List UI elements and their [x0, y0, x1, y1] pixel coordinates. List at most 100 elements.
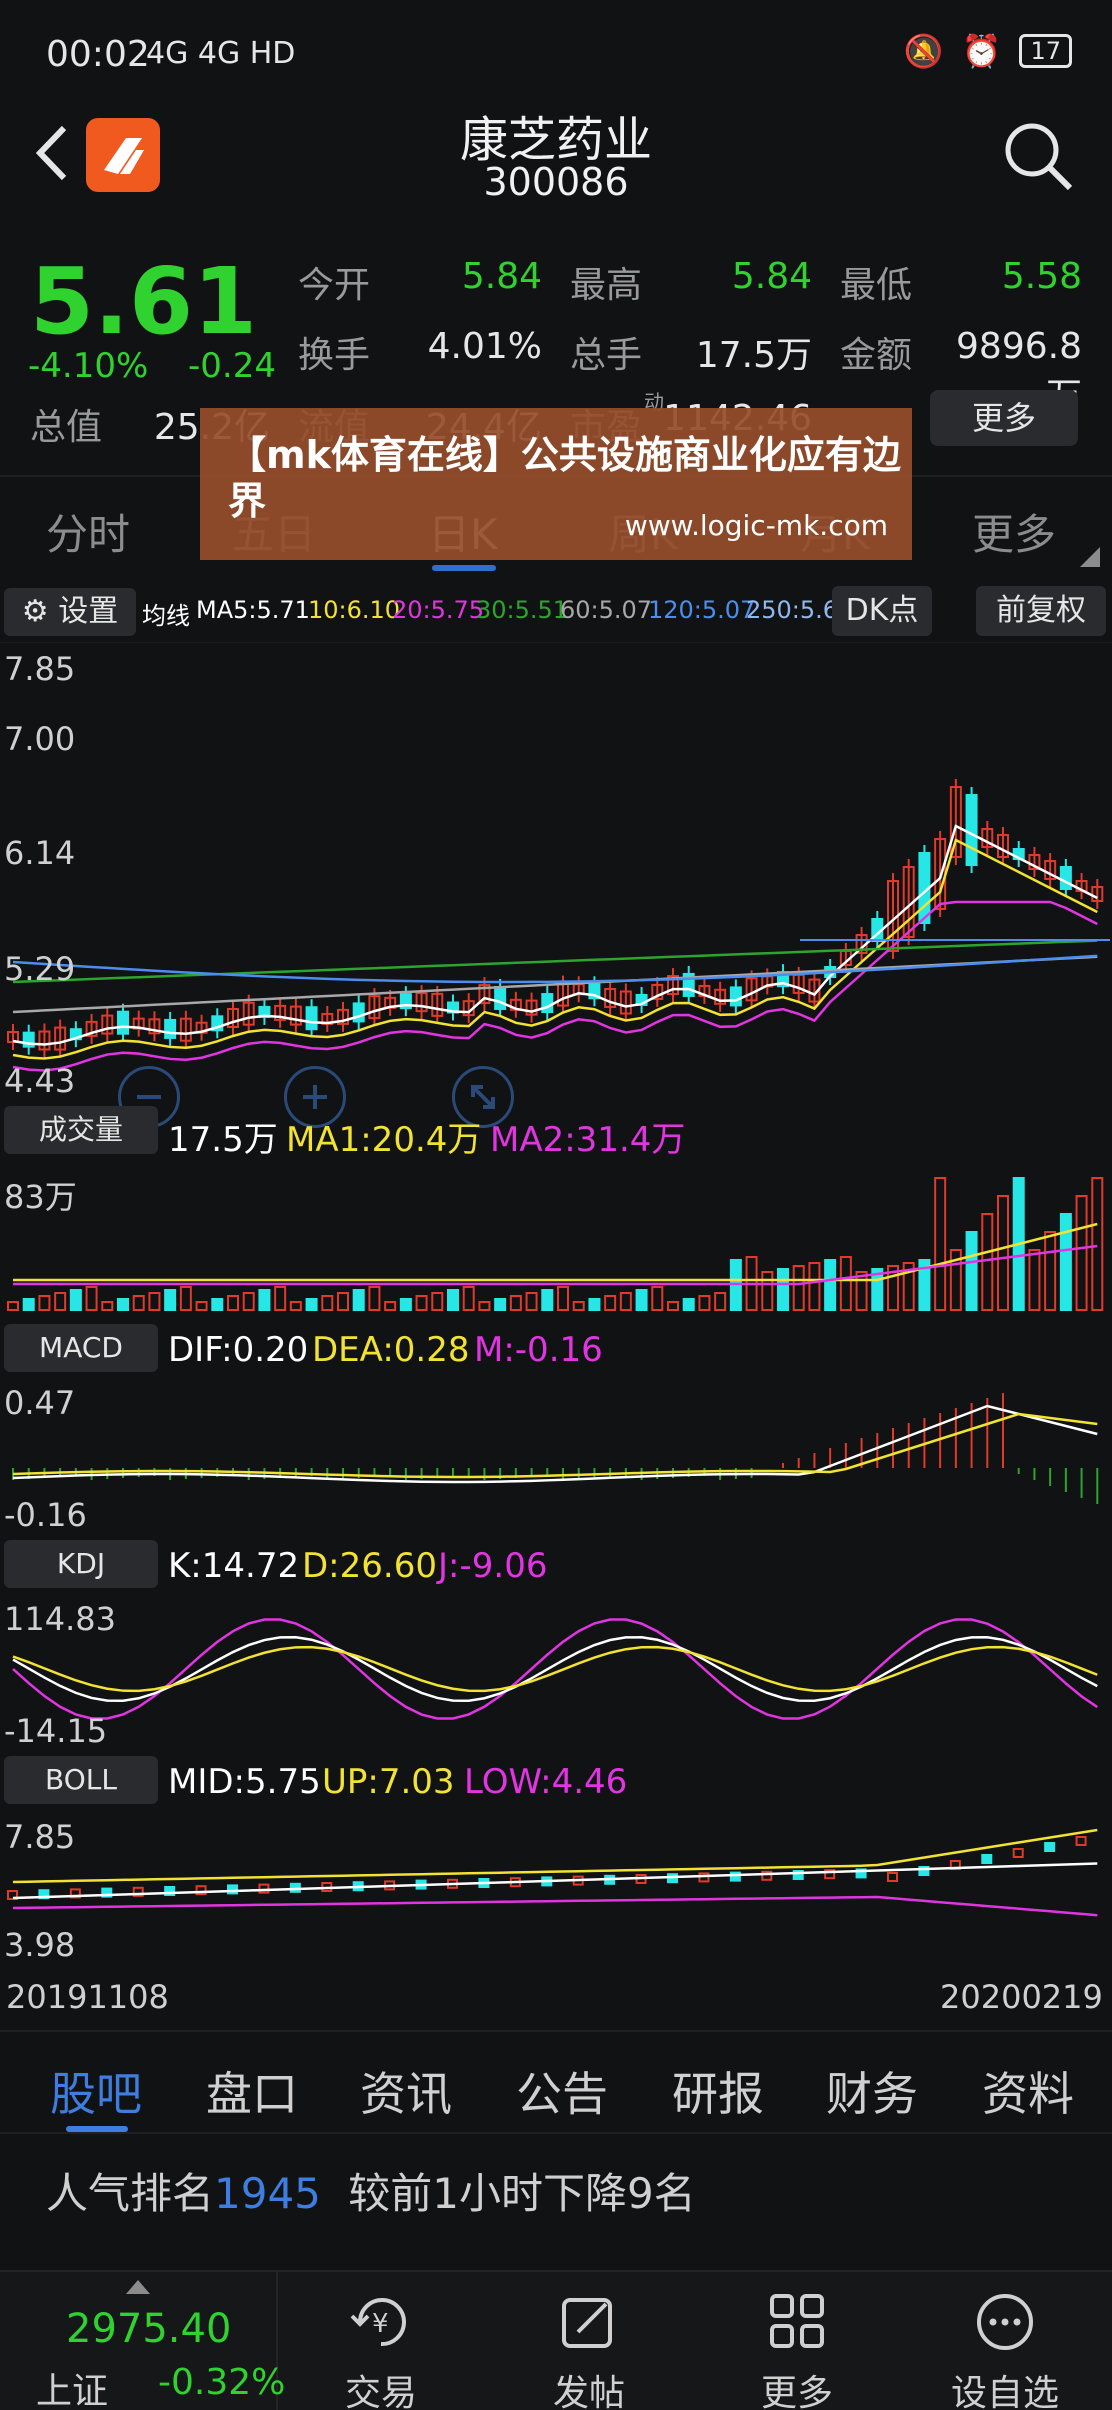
volume-label: 总手: [570, 335, 643, 376]
kline-chart[interactable]: 7.85 7.00 6.14 5.29 4.43: [0, 641, 1112, 1128]
index-ticker[interactable]: 2975.40 上证 -0.32%: [0, 2272, 285, 2410]
tab-research[interactable]: 研报: [672, 2058, 764, 2124]
ad-banner[interactable]: 【mk体育在线】公共设施商业化应有边界 www.logic-mk.com: [200, 408, 912, 560]
ma10-value: 10:6.10: [308, 596, 401, 624]
popularity-prefix: 人气排名: [46, 2169, 215, 2218]
adjust-forward-button[interactable]: 前复权: [976, 586, 1106, 636]
amount-label: 金额: [840, 335, 913, 376]
date-end: 20200219: [940, 1978, 1103, 2016]
tab-orderbook[interactable]: 盘口: [206, 2058, 298, 2124]
tab-announcements[interactable]: 公告: [516, 2058, 608, 2124]
volume-bar: [69, 1289, 82, 1311]
macd-chart[interactable]: 0.47 -0.16: [0, 1378, 1112, 1534]
chart-settings-button[interactable]: ⚙ 设置: [4, 588, 136, 636]
volume-bar: [431, 1292, 444, 1311]
more-dots-icon: [977, 2294, 1033, 2350]
kdj-chart[interactable]: 114.83 -14.15: [0, 1594, 1112, 1750]
battery-icon: 17: [1019, 34, 1072, 68]
volume-bar: [792, 1265, 805, 1311]
boll-chart[interactable]: 7.85 3.98: [0, 1810, 1112, 1964]
nav-watchlist-label: 设自选: [950, 2373, 1059, 2410]
volume-row: 成交量 17.5万 MA1:20.4万 MA2:31.4万: [0, 1102, 1112, 1160]
volume-bar: [227, 1295, 239, 1311]
tab-financials[interactable]: 财务: [826, 2058, 918, 2124]
volume-bar: [258, 1289, 271, 1311]
volume-bar: [1059, 1213, 1072, 1311]
kdj-k: K:14.72: [168, 1546, 300, 1586]
boll-candle: [698, 1872, 710, 1883]
nav-watchlist[interactable]: 设自选: [940, 2290, 1070, 2410]
boll-candle: [1012, 1848, 1024, 1858]
index-name: 上证: [36, 2371, 109, 2410]
boll-mid-line: [12, 1862, 1098, 1900]
grid-icon: [770, 2294, 824, 2348]
volume-bar: [399, 1298, 412, 1311]
high-value: 5.84: [731, 256, 812, 297]
volume-bar: [509, 1295, 522, 1311]
macd-button[interactable]: MACD: [4, 1324, 158, 1372]
open-label: 今开: [298, 265, 371, 306]
boll-svg: [7, 1828, 1098, 1917]
volume-bar: [1044, 1231, 1057, 1311]
boll-low: LOW:4.46: [464, 1762, 628, 1802]
network-indicator: 4G 4G HD: [146, 36, 296, 71]
gear-icon: ⚙: [21, 594, 49, 629]
boll-button[interactable]: BOLL: [4, 1756, 158, 1804]
info-tabs: 股吧 盘口 资讯 公告 研报 财务 资料: [0, 2030, 1112, 2134]
volume-bar: [415, 1295, 428, 1311]
volume-bar: [337, 1292, 349, 1311]
d-line: [12, 1645, 1098, 1693]
nav-trade[interactable]: ¥ 交易: [316, 2290, 446, 2410]
volume-chart[interactable]: 83万: [0, 1160, 1112, 1318]
nav-more-label: 更多: [760, 2373, 833, 2410]
volume-button[interactable]: 成交量: [4, 1106, 158, 1154]
tab-timeshare[interactable]: 分时: [46, 501, 130, 562]
corner-triangle-icon: [1080, 547, 1100, 567]
kline-axis-label: 7.00: [4, 720, 76, 758]
volume-bar: [588, 1298, 601, 1311]
volume-ma2: MA2:31.4万: [490, 1120, 686, 1160]
volume-bar: [572, 1301, 585, 1311]
candle-body: [1059, 866, 1072, 890]
ad-url: www.logic-mk.com: [624, 509, 888, 542]
kline-axis-label: 4.43: [4, 1062, 76, 1100]
tab-more[interactable]: 更多: [972, 501, 1056, 562]
stock-code: 300086: [483, 160, 629, 204]
boll-candle: [1075, 1836, 1087, 1846]
nav-post[interactable]: 发帖: [524, 2290, 654, 2410]
tab-forum[interactable]: 股吧: [50, 2058, 142, 2124]
kline-axis-label: 5.29: [4, 950, 76, 988]
popularity-rank[interactable]: 人气排名1945 较前1小时下降9名: [46, 2160, 696, 2221]
search-button[interactable]: [1000, 118, 1076, 194]
volume-bar: [1028, 1249, 1041, 1311]
alarm-icon: ⏰: [961, 32, 1002, 70]
dk-point-button[interactable]: DK点: [832, 586, 932, 636]
status-bar: 00:02 4G 4G HD 🔕 ⏰ 17: [0, 0, 1112, 105]
volume-bar: [777, 1268, 789, 1311]
volume-bar: [698, 1295, 711, 1311]
quote-more-button[interactable]: 更多: [930, 390, 1078, 446]
volume-bar: [494, 1298, 507, 1311]
turnover-value: 4.01%: [427, 326, 542, 367]
ma-label: 均线: [142, 602, 190, 630]
kline-axis-label: 6.14: [4, 834, 76, 872]
volume-bar: [478, 1301, 491, 1311]
ma20-value: 20:5.75: [392, 596, 485, 624]
boll-axis-label: 7.85: [4, 1818, 76, 1856]
volume-bar: [839, 1256, 852, 1311]
boll-mid: MID:5.75: [168, 1762, 321, 1802]
kdj-button[interactable]: KDJ: [4, 1540, 158, 1588]
volume-bar: [195, 1301, 208, 1311]
volume-bar: [761, 1271, 774, 1311]
ma20-line: [12, 900, 1098, 1072]
candle-body: [164, 1018, 177, 1039]
tab-profile[interactable]: 资料: [982, 2058, 1074, 2124]
volume-bar: [682, 1298, 695, 1311]
j-line: [12, 1618, 1098, 1720]
volume-bar: [981, 1213, 994, 1311]
volume-bar: [808, 1262, 821, 1311]
kdj-axis-label: -14.15: [4, 1712, 108, 1750]
nav-more[interactable]: 更多: [732, 2290, 862, 2410]
tab-news[interactable]: 资讯: [360, 2058, 452, 2124]
volume-bar: [352, 1289, 365, 1311]
